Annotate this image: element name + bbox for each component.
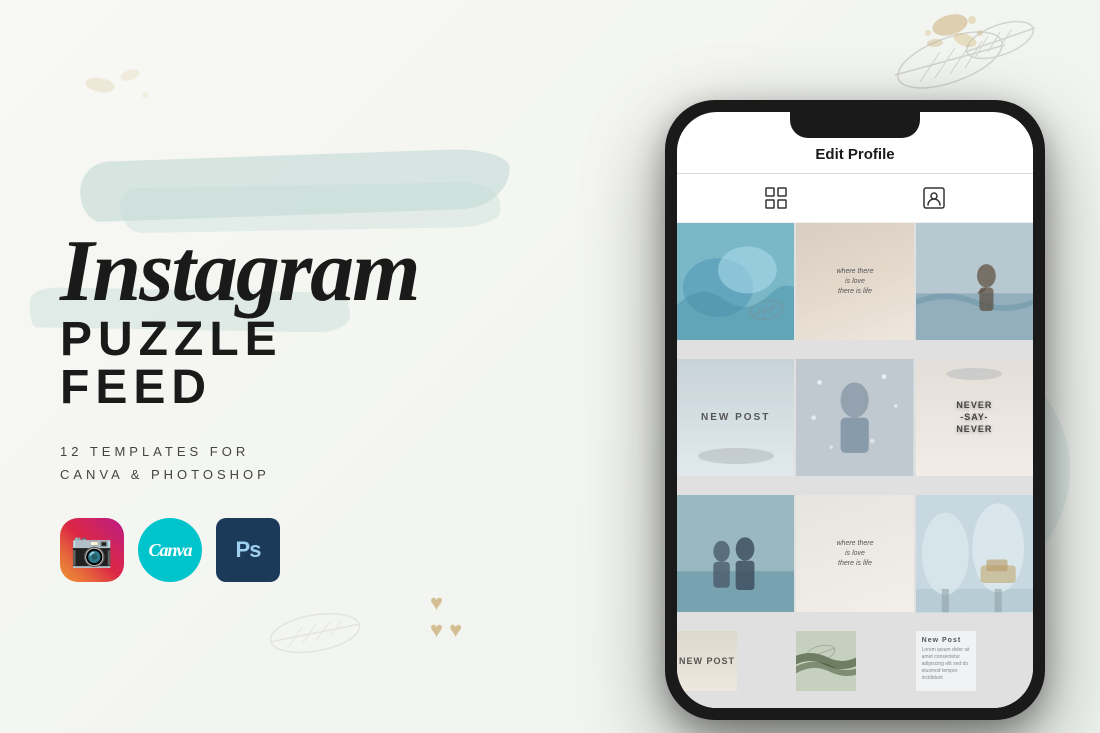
cell-6-text: NEVER-SAY-NEVER <box>956 400 992 435</box>
grid-cell-8[interactable]: where thereis lovethere is life <box>796 495 913 612</box>
cell-2-text: where thereis lovethere is life <box>837 267 874 296</box>
grid-cell-2[interactable]: where thereis lovethere is life <box>796 223 913 340</box>
leaf-bottom-left-icon <box>250 593 380 673</box>
left-content-area: Instagram PUZZLE FEED 12 TEMPLATES FOR C… <box>60 230 580 582</box>
grid-cell-3[interactable] <box>916 223 1033 340</box>
phone-notch <box>790 112 920 138</box>
phone-mockup: Edit Profile <box>665 100 1045 720</box>
grid-cell-7[interactable] <box>677 495 794 612</box>
gold-splatter-decoration <box>910 5 990 65</box>
cell-4-text: NEW POST <box>701 412 770 423</box>
cell-10-text: NEW POST <box>679 656 735 666</box>
instagram-icon[interactable] <box>60 518 124 582</box>
grid-cell-6[interactable]: NEVER-SAY-NEVER <box>916 359 1033 476</box>
title-instagram: Instagram <box>60 230 580 314</box>
grid-cell-10[interactable]: NEW POST <box>677 631 737 691</box>
grid-cell-11[interactable] <box>796 631 856 691</box>
instagram-header: Edit Profile <box>677 132 1033 174</box>
grid-tab-icon[interactable] <box>762 184 790 212</box>
phone-screen: Edit Profile <box>677 112 1033 708</box>
grid-cell-4[interactable]: NEW POST <box>677 359 794 476</box>
app-icons-row: Canva Ps <box>60 518 580 582</box>
subtitle-text: 12 TEMPLATES FOR CANVA & PHOTOSHOP <box>60 440 580 487</box>
canva-icon[interactable]: Canva <box>138 518 202 582</box>
title-feed: FEED <box>60 364 580 412</box>
grid-cell-1[interactable] <box>677 223 794 340</box>
instagram-grid: where thereis lovethere is life <box>677 223 1033 708</box>
phone-outer-shell: Edit Profile <box>665 100 1045 720</box>
title-puzzle: PUZZLE <box>60 316 580 364</box>
grid-cell-5[interactable] <box>796 359 913 476</box>
grid-cell-12[interactable]: New Post Lorem ipsum dolor sit amet cons… <box>916 631 976 691</box>
gold-hearts-decoration: ♥♥ ♥ <box>430 590 462 643</box>
ig-header-title: Edit Profile <box>815 146 894 163</box>
photoshop-icon[interactable]: Ps <box>216 518 280 582</box>
person-tag-tab-icon[interactable] <box>920 184 948 212</box>
ig-tabs-row[interactable] <box>677 174 1033 223</box>
cell-8-text: where thereis lovethere is life <box>837 539 874 568</box>
gold-dots-left <box>80 60 160 115</box>
grid-cell-9[interactable] <box>916 495 1033 612</box>
